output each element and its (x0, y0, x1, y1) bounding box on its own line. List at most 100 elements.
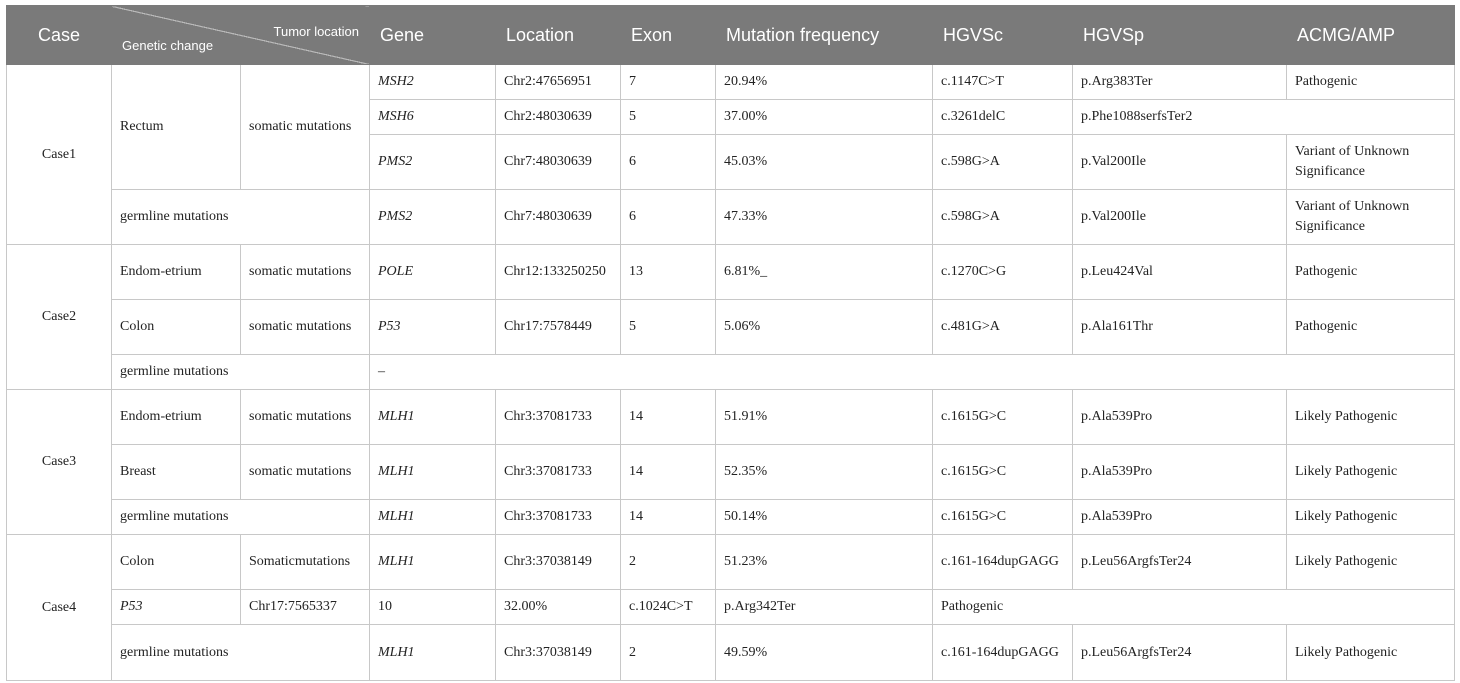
mutation-table: Case Genetic change Tumor location Gene … (6, 5, 1455, 681)
frequency-cell: 20.94% (715, 64, 933, 100)
tumor-location-cell: Colon (111, 299, 241, 355)
case-cell: Case2 (6, 244, 112, 390)
hgvsp-cell: p.Leu424Val (1072, 244, 1287, 300)
table-row: Colon somatic mutations P53 Chr17:757844… (7, 299, 1455, 355)
hgvsp-cell: p.Arg342Ter (715, 589, 933, 625)
header-exon: Exon (620, 5, 716, 65)
header-tumor-location: Tumor location (273, 24, 360, 39)
acmg-cell: Likely Pathogenic (1286, 499, 1455, 535)
location-cell: Chr3:37081733 (495, 499, 621, 535)
frequency-cell: 5.06% (715, 299, 933, 355)
hgvsc-cell: c.481G>A (932, 299, 1073, 355)
hgvsp-cell: p.Ala161Thr (1072, 299, 1287, 355)
genetic-change-cell: somatic mutations (240, 444, 370, 500)
header-acmg-amp: ACMG/AMP (1286, 5, 1455, 65)
header-case: Case (6, 5, 112, 65)
hgvsp-cell: p.Leu56ArgfsTer24 (1072, 624, 1287, 681)
frequency-cell: 50.14% (715, 499, 933, 535)
frequency-cell: 6.81%_ (715, 244, 933, 300)
hgvsp-cell: p.Val200Ile (1072, 189, 1287, 245)
acmg-cell: Variant of Unknown Significance (1286, 189, 1455, 245)
hgvsc-cell: c.161-164dupGAGG (932, 534, 1073, 590)
acmg-cell: Pathogenic (1286, 64, 1455, 100)
gene-cell: P53 (369, 299, 496, 355)
case-cell: Case1 (6, 64, 112, 245)
hgvsp-cell: p.Ala539Pro (1072, 444, 1287, 500)
header-location: Location (495, 5, 621, 65)
header-hgvsc: HGVSc (932, 5, 1073, 65)
acmg-cell: Pathogenic (1286, 299, 1455, 355)
tumor-location-cell: Rectum (111, 64, 241, 190)
hgvsc-cell: c.598G>A (932, 134, 1073, 190)
frequency-cell: 52.35% (715, 444, 933, 500)
hgvsp-cell: p.Ala539Pro (1072, 389, 1287, 445)
header-genetic-change-tumor-location: Genetic change Tumor location (111, 5, 370, 65)
location-cell: Chr17:7578449 (495, 299, 621, 355)
location-cell: Chr12:133250250 (495, 244, 621, 300)
hgvsc-cell: c.1147C>T (932, 64, 1073, 100)
hgvsc-cell: c.1615G>C (932, 444, 1073, 500)
frequency-cell: 47.33% (715, 189, 933, 245)
table-row: Case4 Colon Somaticmutations MLH1 Chr3:3… (6, 534, 1455, 681)
acmg-cell: Likely Pathogenic (1286, 389, 1455, 445)
table-row: germline mutations – (7, 354, 1455, 390)
genetic-change-cell: somatic mutations (240, 299, 370, 355)
gene-cell: MLH1 (369, 534, 496, 590)
gene-cell: MSH6 (369, 99, 496, 135)
hgvsp-cell: p.Ala539Pro (1072, 499, 1287, 535)
header-row: Case Genetic change Tumor location Gene … (6, 5, 1455, 65)
gene-cell: MLH1 (369, 499, 496, 535)
table-row: Case1 Rectum somatic mutations MSH2 Chr2… (6, 64, 1455, 245)
gene-cell: MLH1 (369, 389, 496, 445)
frequency-cell: 45.03% (715, 134, 933, 190)
table-row: Case3 Endom-etrium somatic mutations MLH… (6, 389, 1455, 535)
hgvsp-cell: p.Arg383Ter (1072, 64, 1287, 100)
header-hgvsp: HGVSp (1072, 5, 1287, 65)
frequency-cell: 32.00% (495, 589, 621, 625)
exon-cell: 2 (620, 624, 716, 681)
exon-cell: 14 (620, 389, 716, 445)
hgvsp-cell: p.Phe1088serfsTer2 (1072, 99, 1455, 135)
acmg-cell: Variant of Unknown Significance (1286, 134, 1455, 190)
hgvsc-cell: c.598G>A (932, 189, 1073, 245)
table-row: germline mutations PMS2 Chr7:48030639 6 … (7, 189, 1455, 245)
tumor-location-cell: Colon (111, 534, 241, 590)
hgvsp-cell: p.Val200Ile (1072, 134, 1287, 190)
location-cell: Chr17:7565337 (240, 589, 370, 625)
acmg-cell: Pathogenic (932, 589, 1455, 625)
genetic-change-cell: germline mutations (111, 354, 370, 390)
header-genetic-change: Genetic change (122, 38, 214, 53)
table-row: Case2 Endom-etrium somatic mutations POL… (6, 244, 1455, 390)
frequency-cell: 51.23% (715, 534, 933, 590)
location-cell: Chr2:47656951 (495, 64, 621, 100)
genetic-change-cell: Somaticmutations (240, 534, 370, 590)
hgvsc-cell: c.1615G>C (932, 499, 1073, 535)
genetic-change-cell: germline mutations (111, 624, 370, 681)
table-row: Breast somatic mutations MLH1 Chr3:37081… (7, 444, 1455, 500)
exon-cell: 14 (620, 444, 716, 500)
location-cell: Chr2:48030639 (495, 99, 621, 135)
table-row: P53 Chr17:7565337 10 32.00% c.1024C>T p.… (7, 589, 1455, 625)
exon-cell: 5 (620, 99, 716, 135)
gene-cell: PMS2 (369, 189, 496, 245)
hgvsc-cell: c.161-164dupGAGG (932, 624, 1073, 681)
exon-cell: 10 (369, 589, 496, 625)
case-cell: Case4 (6, 534, 112, 681)
gene-cell: PMS2 (369, 134, 496, 190)
exon-cell: 2 (620, 534, 716, 590)
exon-cell: 6 (620, 189, 716, 245)
gene-cell: POLE (369, 244, 496, 300)
location-cell: Chr7:48030639 (495, 134, 621, 190)
hgvsp-cell: p.Leu56ArgfsTer24 (1072, 534, 1287, 590)
genetic-change-cell: somatic mutations (240, 389, 370, 445)
tumor-location-cell: Endom-etrium (111, 244, 241, 300)
hgvsc-cell: c.1615G>C (932, 389, 1073, 445)
frequency-cell: 37.00% (715, 99, 933, 135)
location-cell: Chr3:37081733 (495, 444, 621, 500)
gene-cell: MLH1 (369, 624, 496, 681)
genetic-change-cell: germline mutations (111, 499, 370, 535)
location-cell: Chr3:37038149 (495, 534, 621, 590)
tumor-location-cell: Breast (111, 444, 241, 500)
frequency-cell: 49.59% (715, 624, 933, 681)
gene-cell: – (369, 354, 1455, 390)
